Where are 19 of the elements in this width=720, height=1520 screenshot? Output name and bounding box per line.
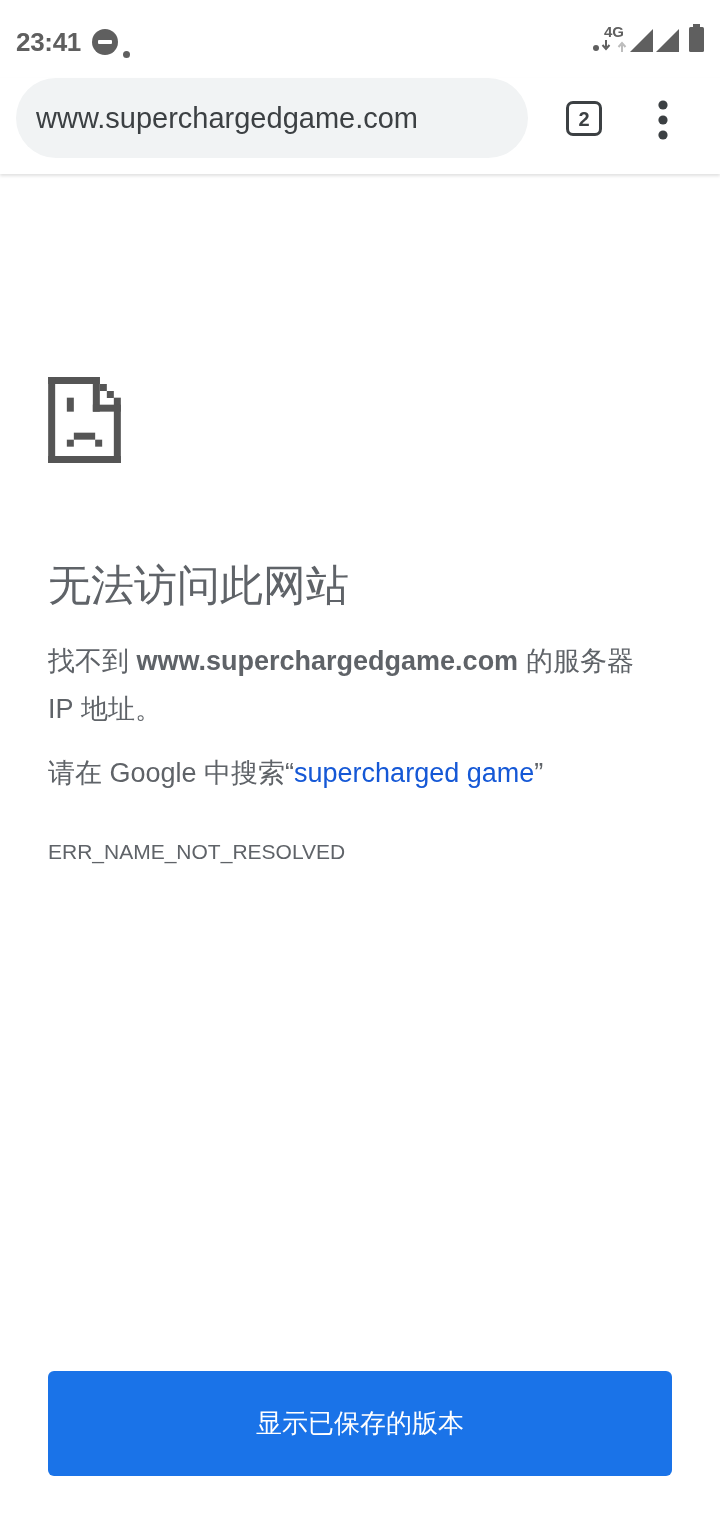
data-arrows-icon xyxy=(601,40,627,52)
network-type-text: 4G xyxy=(604,24,624,39)
tab-switcher-button[interactable]: 2 xyxy=(566,101,602,136)
search-link[interactable]: supercharged game xyxy=(294,758,535,788)
address-bar[interactable]: www.superchargedgame.com xyxy=(16,78,528,158)
sad-document-icon xyxy=(48,377,121,463)
signal-icon xyxy=(630,29,653,52)
error-message: 找不到 www.superchargedgame.com 的服务器 IP 地址。 xyxy=(48,645,635,726)
show-saved-version-button[interactable]: 显示已保存的版本 xyxy=(48,1371,672,1476)
error-code: ERR_NAME_NOT_RESOLVED xyxy=(48,839,346,866)
menu-icon[interactable] xyxy=(658,100,668,140)
clock-text: 23:41 xyxy=(16,26,81,58)
search-suggestion: 请在 Google 中搜索“supercharged game” xyxy=(48,757,544,790)
battery-icon xyxy=(689,24,704,52)
do-not-disturb-icon xyxy=(92,29,118,55)
signal-icon xyxy=(656,29,679,52)
activity-dot-icon xyxy=(593,45,599,51)
error-title: 无法访问此网站 xyxy=(48,560,349,611)
notification-dot-icon xyxy=(123,50,130,58)
